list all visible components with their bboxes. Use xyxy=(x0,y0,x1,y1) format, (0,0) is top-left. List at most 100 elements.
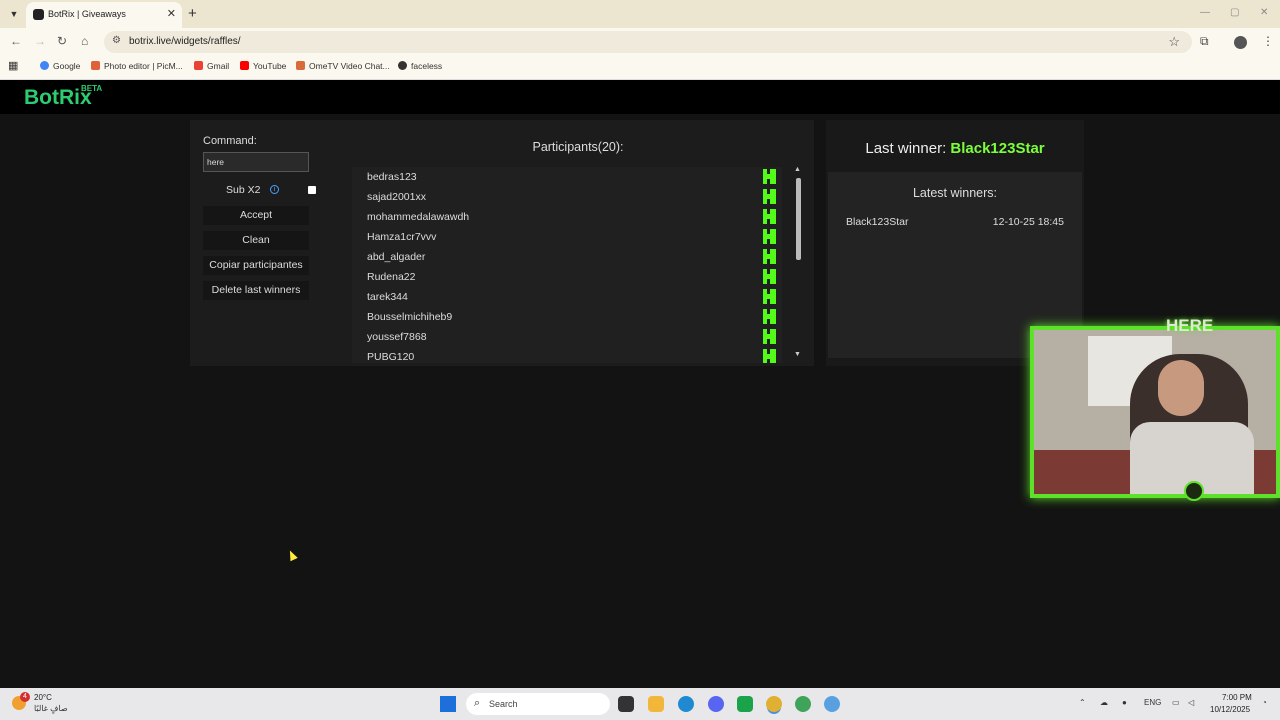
bookmarks-bar: ▦ Google Photo editor | PicM... Gmail Yo… xyxy=(0,56,1280,80)
raffle-panel: Command: Sub X2 i Accept Clean Copiar pa… xyxy=(190,120,814,366)
weather-desc[interactable]: صافٍ غالبًا xyxy=(34,704,68,713)
participant-name: youssef7868 xyxy=(367,331,427,343)
kick-icon xyxy=(763,249,776,264)
taskbar: 4 20°C صافٍ غالبًا ⌕ Search ⌃ ☁ ● ENG ▭ … xyxy=(0,688,1280,720)
volume-icon[interactable]: ◁ xyxy=(1188,698,1194,707)
beta-badge: BETA xyxy=(81,84,103,93)
app-icon[interactable] xyxy=(737,696,753,712)
accept-button[interactable]: Accept xyxy=(203,206,309,225)
network-icon[interactable]: ▭ xyxy=(1172,698,1180,707)
forward-icon[interactable]: → xyxy=(34,34,46,48)
list-item: Bousselmichiheb9 xyxy=(352,307,782,327)
bookmark-gmail[interactable]: Gmail xyxy=(194,61,229,71)
reload-icon[interactable]: ↻ xyxy=(57,34,67,48)
participant-name: tarek344 xyxy=(367,291,408,303)
picmonkey-icon xyxy=(91,61,100,70)
webcam-banner: HERE xyxy=(1166,316,1214,335)
windows-start-icon[interactable] xyxy=(440,696,456,712)
minimize-icon[interactable]: — xyxy=(1200,7,1210,18)
info-icon[interactable]: i xyxy=(270,185,279,194)
list-item: bedras123 xyxy=(352,167,782,187)
url-bar[interactable]: ⚙ botrix.live/widgets/raffles/ ☆ xyxy=(104,31,1192,53)
close-window-icon[interactable]: ✕ xyxy=(1260,7,1268,18)
participant-name: PUBG120 xyxy=(367,351,415,363)
command-label: Command: xyxy=(203,135,257,147)
edge-icon[interactable] xyxy=(678,696,694,712)
clock-time[interactable]: 7:00 PM xyxy=(1222,693,1252,702)
clean-button[interactable]: Clean xyxy=(203,231,309,250)
discord-icon[interactable] xyxy=(708,696,724,712)
latest-winners-title: Latest winners: xyxy=(912,186,998,200)
weather-temp[interactable]: 20°C xyxy=(34,693,52,702)
site-info-icon[interactable]: ⚙ xyxy=(112,35,121,46)
list-item: mohammedalawawdh xyxy=(352,207,782,227)
scrollbar-thumb[interactable] xyxy=(796,178,801,260)
site-header: BotRix BETA xyxy=(0,80,1280,114)
onedrive-icon[interactable]: ☁ xyxy=(1100,698,1108,707)
participants-list[interactable]: bedras123 sajad2001xx mohammedalawawdh H… xyxy=(352,167,782,363)
chrome-icon[interactable] xyxy=(766,696,782,712)
list-item: youssef7868 xyxy=(352,327,782,347)
search-placeholder: Search xyxy=(489,699,518,709)
webcam-face xyxy=(1158,360,1204,416)
language-indicator[interactable]: ENG xyxy=(1144,698,1161,707)
tab-close-icon[interactable]: ✕ xyxy=(167,7,176,20)
bookmark-faceless[interactable]: faceless xyxy=(398,61,442,71)
copy-participants-button[interactable]: Copiar participantes xyxy=(203,256,309,275)
list-item: sajad2001xx xyxy=(352,187,782,207)
participant-name: Hamza1cr7vvv xyxy=(367,231,437,243)
gmail-icon xyxy=(194,61,203,70)
menu-kebab-icon[interactable]: ⋮ xyxy=(1262,34,1274,48)
participants-title: Participants(20): xyxy=(532,140,624,154)
home-icon[interactable]: ⌂ xyxy=(81,34,88,48)
last-winner-heading: Last winner: Black123Star xyxy=(826,140,1084,157)
command-input[interactable] xyxy=(203,152,309,172)
chrome-profile-icon[interactable] xyxy=(795,696,811,712)
scroll-up-icon[interactable]: ▲ xyxy=(794,166,801,173)
tab-search-icon[interactable]: ▼ xyxy=(6,6,22,22)
participant-name: sajad2001xx xyxy=(367,191,426,203)
new-tab-icon[interactable]: + xyxy=(188,5,197,22)
app-icon-2[interactable] xyxy=(824,696,840,712)
bookmark-google[interactable]: Google xyxy=(40,61,80,71)
back-icon[interactable]: ← xyxy=(10,34,22,48)
bookmark-star-icon[interactable]: ☆ xyxy=(1168,34,1180,50)
taskbar-search[interactable]: ⌕ Search xyxy=(466,693,610,715)
participant-name: Rudena22 xyxy=(367,271,416,283)
youtube-icon xyxy=(240,61,249,70)
scroll-down-icon[interactable]: ▼ xyxy=(794,351,801,358)
search-icon: ⌕ xyxy=(474,697,481,709)
microphone-icon[interactable]: ● xyxy=(1122,698,1127,707)
tray-overflow-icon[interactable]: ⌃ xyxy=(1079,698,1086,707)
bookmark-picmonkey[interactable]: Photo editor | PicM... xyxy=(91,61,183,71)
sub-x2-label: Sub X2 xyxy=(226,184,261,196)
sub-x2-checkbox[interactable] xyxy=(308,186,316,194)
webcam-badge-icon xyxy=(1184,481,1204,501)
botrix-favicon-icon xyxy=(33,9,44,20)
delete-last-winners-button[interactable]: Delete last winners xyxy=(203,281,309,300)
clock-date[interactable]: 10/12/2025 xyxy=(1210,705,1250,714)
apps-grid-icon[interactable]: ▦ xyxy=(8,59,18,72)
list-item: PUBG120 xyxy=(352,347,782,363)
faceless-icon xyxy=(398,61,407,70)
bookmark-ometv[interactable]: OmeTV Video Chat... xyxy=(296,61,390,71)
last-winner-name: Black123Star xyxy=(950,140,1045,157)
list-item: abd_algader xyxy=(352,247,782,267)
task-view-icon[interactable] xyxy=(618,696,634,712)
list-item: Hamza1cr7vvv xyxy=(352,227,782,247)
webcam-overlay xyxy=(1030,326,1280,498)
list-item: tarek344 xyxy=(352,287,782,307)
file-explorer-icon[interactable] xyxy=(648,696,664,712)
extensions-icon[interactable]: ⧉ xyxy=(1200,34,1209,49)
kick-icon xyxy=(763,229,776,244)
last-winner-label: Last winner: xyxy=(865,140,947,157)
tab-botrix[interactable]: BotRix | Giveaways ✕ xyxy=(26,2,182,28)
kick-icon xyxy=(763,269,776,284)
maximize-icon[interactable]: ▢ xyxy=(1230,7,1239,18)
address-toolbar: ← → ↻ ⌂ ⚙ botrix.live/widgets/raffles/ ☆… xyxy=(0,28,1280,56)
url-text[interactable]: botrix.live/widgets/raffles/ xyxy=(129,36,241,47)
profile-avatar[interactable] xyxy=(1234,36,1247,49)
mouse-cursor xyxy=(286,548,298,562)
notifications-icon[interactable]: ◔ xyxy=(1262,698,1267,707)
bookmark-youtube[interactable]: YouTube xyxy=(240,61,286,71)
